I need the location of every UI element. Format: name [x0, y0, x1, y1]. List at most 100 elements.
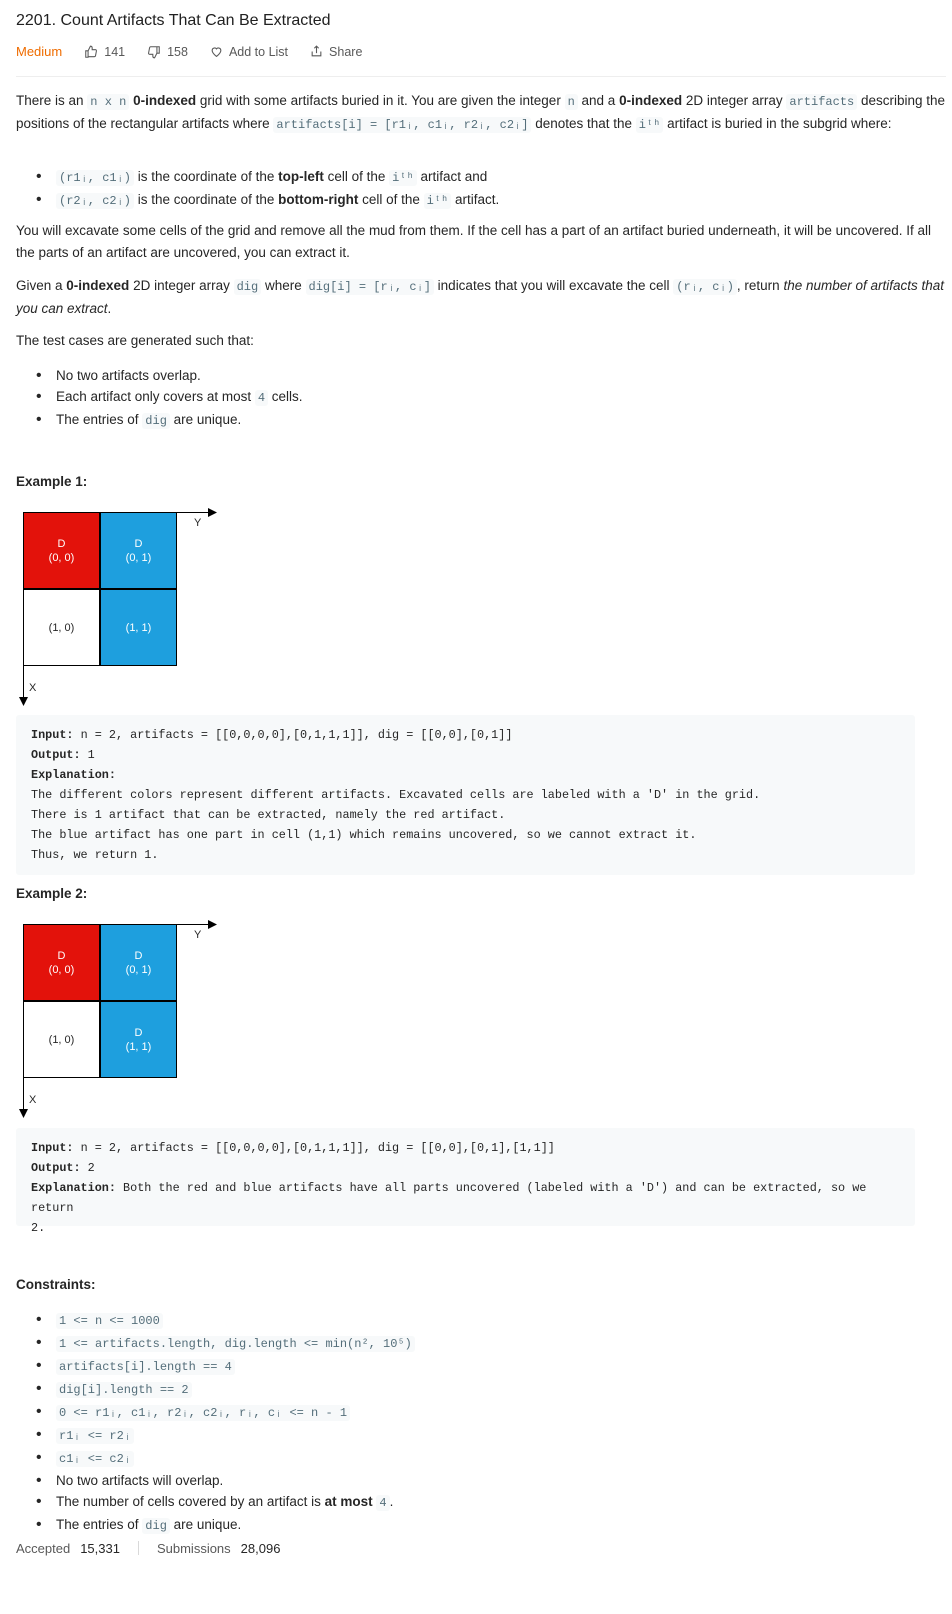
text: Each artifact only covers at most — [56, 389, 255, 404]
explanation-line: 2. — [31, 1221, 46, 1235]
inline-code: iᵗʰ — [389, 170, 417, 186]
x-axis-line — [23, 924, 24, 1112]
example-1-code-block: Input: n = 2, artifacts = [[0,0,0,0],[0,… — [16, 715, 915, 875]
explanation-text: Both the red and blue artifacts have all… — [31, 1181, 867, 1215]
grid-cell: (1, 0) — [23, 1001, 100, 1078]
cell-coordinate: (0, 0) — [48, 963, 75, 976]
inline-code: dig — [142, 1518, 170, 1534]
text: cells. — [268, 389, 303, 404]
text: artifact and — [416, 169, 488, 184]
example-1-grid-diagram: D (0, 0) D (0, 1) (1, 0) (1, 1) Y X — [19, 508, 223, 712]
inline-code: artifacts[i] = [r1ᵢ, c1ᵢ, r2ᵢ, c2ᵢ] — [273, 117, 532, 133]
list-item: No two artifacts will overlap. — [36, 1470, 415, 1491]
text: indicates that you will excavate the cel… — [433, 278, 674, 293]
inline-code: (r2ᵢ, c2ᵢ) — [56, 193, 135, 209]
share-label: Share — [329, 44, 363, 59]
cell-coordinate: (1, 0) — [48, 1033, 75, 1046]
arrow-right-icon — [208, 508, 217, 517]
output-value: 2 — [80, 1161, 95, 1175]
difficulty-badge: Medium — [16, 44, 63, 59]
text: . — [389, 1494, 394, 1509]
explanation-line: Explanation: Both the red and blue artif… — [31, 1178, 900, 1218]
add-to-list-button[interactable]: Add to List — [210, 45, 288, 59]
inline-code: r1ᵢ <= r2ᵢ — [56, 1428, 135, 1444]
text: is the coordinate of the — [134, 192, 279, 207]
inline-code: c1ᵢ <= c2ᵢ — [56, 1451, 135, 1467]
cell-coordinate: (1, 1) — [125, 1040, 152, 1053]
arrow-down-icon — [19, 697, 28, 706]
text: cell of the — [358, 192, 424, 207]
cell-coordinate: (1, 0) — [48, 621, 75, 634]
like-button[interactable]: 141 — [84, 45, 125, 59]
dislike-button[interactable]: 158 — [147, 45, 188, 59]
explanation-label: Explanation: — [31, 765, 900, 785]
y-axis-label: Y — [194, 929, 202, 941]
inline-code: dig[i] = [rᵢ, cᵢ] — [305, 279, 434, 295]
constraints-heading: Constraints: — [16, 1277, 96, 1292]
input-line: Input: n = 2, artifacts = [[0,0,0,0],[0,… — [31, 725, 900, 745]
list-item: The entries of dig are unique. — [36, 409, 303, 432]
x-axis-label: X — [29, 1094, 37, 1106]
thumbs-down-icon — [148, 45, 160, 58]
inline-code: iᵗʰ — [635, 117, 664, 133]
explanation-line: The blue artifact has one part in cell (… — [31, 828, 697, 842]
x-axis-line — [23, 512, 24, 700]
output-label: Output: — [31, 748, 81, 762]
y-axis-line — [23, 512, 211, 513]
list-item: c1ᵢ <= c2ᵢ — [36, 1447, 415, 1470]
constraints-list: 1 <= n <= 1000 1 <= artifacts.length, di… — [36, 1309, 415, 1537]
y-axis-label: Y — [194, 517, 202, 529]
output-label: Output: — [31, 1161, 81, 1175]
cell-coordinate: (0, 0) — [48, 551, 75, 564]
example-2-code-block: Input: n = 2, artifacts = [[0,0,0,0],[0,… — [16, 1128, 915, 1235]
text: The number of cells covered by an artifa… — [56, 1494, 325, 1509]
problem-meta-bar: Medium 141 158 Add to List Share — [16, 44, 384, 59]
output-line: Output: 1 — [31, 745, 900, 765]
text: The entries of — [56, 1517, 143, 1532]
inline-code: iᵗʰ — [423, 193, 452, 209]
arrow-down-icon — [19, 1109, 28, 1118]
inline-code: 1 <= artifacts.length, dig.length <= min… — [56, 1336, 415, 1352]
list-item: 1 <= n <= 1000 — [36, 1309, 415, 1332]
text: 2D integer array — [682, 93, 787, 108]
list-item: r1ᵢ <= r2ᵢ — [36, 1424, 415, 1447]
inline-code: 4 — [254, 390, 269, 406]
accepted-count: 15,331 — [80, 1541, 120, 1556]
grid-cell: D (1, 1) — [100, 1001, 177, 1078]
text: denotes that the — [531, 116, 636, 131]
input-value: n = 2, artifacts = [[0,0,0,0],[0,1,1,1]]… — [73, 728, 513, 742]
inline-code: artifacts[i].length == 4 — [56, 1359, 235, 1375]
inline-code: dig[i].length == 2 — [56, 1382, 192, 1398]
grid-cell: D (0, 0) — [23, 924, 100, 1001]
grid-cell: (1, 1) — [100, 589, 177, 666]
submissions-count: 28,096 — [240, 1541, 281, 1556]
text: . — [107, 301, 112, 316]
inline-code: 4 — [376, 1495, 390, 1511]
explanation-line: The different colors represent different… — [31, 788, 761, 802]
explanation-line: There is 1 artifact that can be extracte… — [31, 808, 506, 822]
text: The entries of — [56, 412, 143, 427]
cell-coordinate: (0, 1) — [125, 963, 152, 976]
output-line: Output: 2 — [31, 1158, 900, 1178]
bold-text: 0-indexed — [619, 93, 683, 108]
description-paragraph-1: There is an n x n 0-indexed grid with so… — [16, 90, 946, 136]
inline-code: 0 <= r1ᵢ, c1ᵢ, r2ᵢ, c2ᵢ, rᵢ, cᵢ <= n - 1 — [56, 1405, 351, 1421]
grid-cell: D (0, 1) — [100, 924, 177, 1001]
inline-code: artifacts — [786, 94, 858, 110]
share-button[interactable]: Share — [310, 45, 362, 59]
text: There is an — [16, 93, 88, 108]
text: is the coordinate of the — [134, 169, 279, 184]
text: are unique. — [169, 1517, 242, 1532]
list-item: 1 <= artifacts.length, dig.length <= min… — [36, 1332, 415, 1355]
bold-text: bottom-right — [278, 192, 359, 207]
y-axis-line — [23, 924, 211, 925]
grid-cell: (1, 0) — [23, 589, 100, 666]
list-item: (r1ᵢ, c1ᵢ) is the coordinate of the top-… — [36, 166, 499, 189]
text: and a — [577, 93, 620, 108]
output-value: 1 — [80, 748, 95, 762]
description-paragraph-4: The test cases are generated such that: — [16, 333, 254, 348]
list-item: The entries of dig are unique. — [36, 1514, 415, 1537]
bold-text: 0-indexed — [66, 278, 130, 293]
stats-divider — [137, 1541, 139, 1555]
input-value: n = 2, artifacts = [[0,0,0,0],[0,1,1,1]]… — [73, 1141, 555, 1155]
